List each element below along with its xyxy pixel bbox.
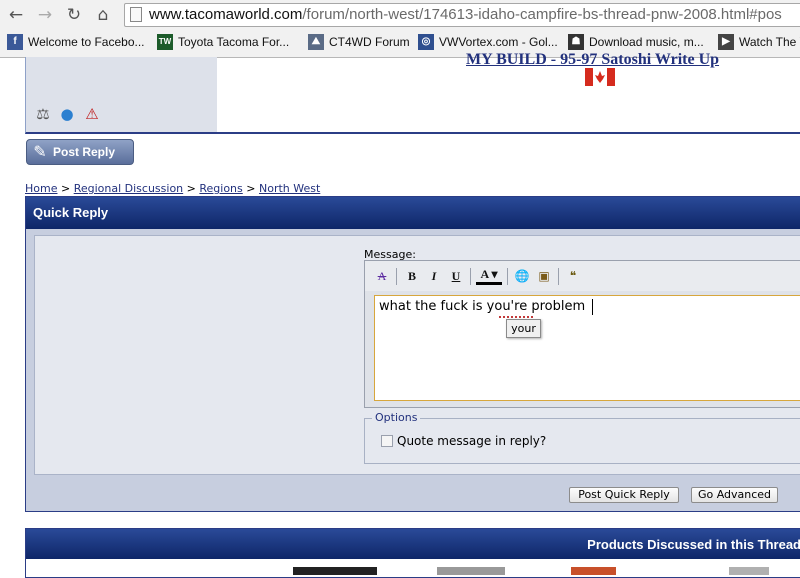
underline-button[interactable]: U xyxy=(447,267,465,285)
text-caret xyxy=(592,299,593,315)
canada-flag-icon xyxy=(585,68,615,86)
quick-reply-body: Message: A B I U A ▾ 🌐 ▣ ❝ what the fuck… xyxy=(34,235,800,475)
my-build-link[interactable]: MY BUILD xyxy=(466,51,547,68)
bold-button[interactable]: B xyxy=(403,267,421,285)
chat-bubble-icon[interactable]: ● xyxy=(58,105,76,123)
tacomaworld-icon: TW xyxy=(157,34,173,50)
url-text: www.tacomaworld.com/forum/north-west/174… xyxy=(149,6,782,23)
quick-reply-panel: Quick Reply Message: A B I U A ▾ 🌐 ▣ ❝ w… xyxy=(25,196,800,512)
pencil-paper-icon: ✎ xyxy=(33,142,47,161)
products-header: Products Discussed in this Thread xyxy=(26,529,800,559)
post-quick-reply-button[interactable]: Post Quick Reply xyxy=(569,487,679,503)
bookmark-label: CT4WD Forum xyxy=(329,35,410,49)
font-color-button[interactable]: A ▾ xyxy=(476,267,502,285)
satoshi-writeup-link[interactable]: 95-97 Satoshi Write Up xyxy=(560,51,719,68)
bookmark-download-music[interactable]: ☗ Download music, m... xyxy=(568,33,704,51)
remove-format-icon[interactable]: A xyxy=(373,267,391,285)
post-reply-label: Post Reply xyxy=(53,145,116,159)
bookmark-label: Watch The V xyxy=(739,35,800,49)
italic-button[interactable]: I xyxy=(425,267,443,285)
bookmark-label: VWVortex.com - Gol... xyxy=(439,35,558,49)
page-icon xyxy=(130,7,142,22)
spelling-suggestion[interactable]: your xyxy=(506,319,541,338)
spellcheck-underline xyxy=(499,314,533,318)
toolbar-divider xyxy=(507,268,508,285)
bookmark-label: Welcome to Facebo... xyxy=(28,35,145,49)
quick-reply-header: Quick Reply xyxy=(26,197,800,229)
address-bar[interactable]: www.tacomaworld.com/forum/north-west/174… xyxy=(124,3,800,27)
browser-chrome: ← → ↻ ⌂ www.tacomaworld.com/forum/north-… xyxy=(0,0,800,58)
bookmark-ct4wd[interactable]: ⛰ CT4WD Forum xyxy=(308,33,410,51)
url-host: www.tacomaworld.com xyxy=(149,6,303,23)
home-icon[interactable]: ⌂ xyxy=(92,4,114,26)
forward-arrow-icon[interactable]: → xyxy=(34,4,56,26)
message-text: what the fuck is you're problem xyxy=(379,299,586,314)
breadcrumb: Home > Regional Discussion > Regions > N… xyxy=(25,182,320,195)
signature-separator: - xyxy=(546,51,561,68)
bookmark-watch[interactable]: ▶ Watch The V xyxy=(718,33,800,51)
quote-message-label: Quote message in reply? xyxy=(397,434,547,448)
message-textarea[interactable]: what the fuck is you're problem your xyxy=(374,295,800,401)
quick-reply-title: Quick Reply xyxy=(33,205,109,220)
report-warning-icon[interactable]: ⚠ xyxy=(83,105,101,123)
insert-link-icon[interactable]: 🌐 xyxy=(513,267,531,285)
breadcrumb-regional[interactable]: Regional Discussion xyxy=(74,182,183,195)
products-panel: Products Discussed in this Thread xyxy=(25,528,800,578)
bookmark-label: Download music, m... xyxy=(589,35,704,49)
vwvortex-icon: ◎ xyxy=(418,34,434,50)
url-path: /forum/north-west/174613-idaho-campfire-… xyxy=(302,6,782,23)
product-thumbnail[interactable] xyxy=(571,567,616,575)
signature-links: MY BUILD - 95-97 Satoshi Write Up xyxy=(466,51,719,69)
bookmark-toyota-tacoma[interactable]: TW Toyota Tacoma For... xyxy=(157,33,289,51)
facebook-icon: f xyxy=(7,34,23,50)
back-arrow-icon[interactable]: ← xyxy=(5,4,27,26)
video-icon: ▶ xyxy=(718,34,734,50)
breadcrumb-north-west[interactable]: North West xyxy=(259,182,320,195)
breadcrumb-separator: > xyxy=(242,182,259,195)
quote-icon[interactable]: ❝ xyxy=(564,267,582,285)
editor-toolbar: A B I U A ▾ 🌐 ▣ ❝ xyxy=(365,261,800,291)
breadcrumb-separator: > xyxy=(183,182,200,195)
bookmark-vwvortex[interactable]: ◎ VWVortex.com - Gol... xyxy=(418,33,558,51)
product-thumbnail[interactable] xyxy=(729,567,769,575)
breadcrumb-regions[interactable]: Regions xyxy=(199,182,242,195)
go-advanced-button[interactable]: Go Advanced xyxy=(691,487,778,503)
reputation-scale-icon[interactable]: ⚖ xyxy=(34,105,52,123)
post-user-panel: ⚖ ● ⚠ xyxy=(26,57,217,132)
ct4wd-icon: ⛰ xyxy=(308,34,324,50)
toolbar-divider xyxy=(396,268,397,285)
reload-icon[interactable]: ↻ xyxy=(63,4,85,26)
bookmark-label: Toyota Tacoma For... xyxy=(178,35,290,49)
message-editor: A B I U A ▾ 🌐 ▣ ❝ what the fuck is you'r… xyxy=(364,260,800,408)
post-reply-button[interactable]: ✎ Post Reply xyxy=(26,139,134,165)
options-legend: Options xyxy=(372,411,421,424)
options-fieldset: Options Quote message in reply? xyxy=(364,411,800,464)
breadcrumb-separator: > xyxy=(57,182,74,195)
toolbar-divider xyxy=(558,268,559,285)
download-icon: ☗ xyxy=(568,34,584,50)
quote-message-checkbox[interactable] xyxy=(381,435,393,447)
products-title: Products Discussed in this Thread xyxy=(587,537,800,552)
bookmark-facebook[interactable]: f Welcome to Facebo... xyxy=(7,33,145,51)
product-thumbnail[interactable] xyxy=(293,567,377,575)
product-thumbnail[interactable] xyxy=(437,567,505,575)
breadcrumb-home[interactable]: Home xyxy=(25,182,57,195)
insert-image-icon[interactable]: ▣ xyxy=(535,267,553,285)
toolbar-divider xyxy=(470,268,471,285)
